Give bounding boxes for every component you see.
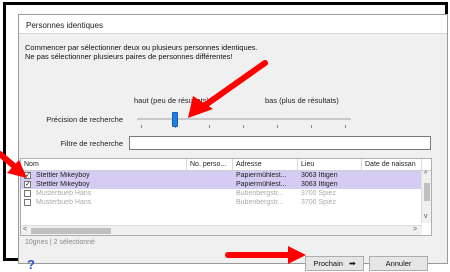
annotation-arrow-rows — [0, 151, 27, 178]
annotation-overlay — [0, 60, 306, 264]
annotation-arrow-next — [225, 246, 306, 264]
annotation-arrow-slider — [188, 60, 268, 118]
